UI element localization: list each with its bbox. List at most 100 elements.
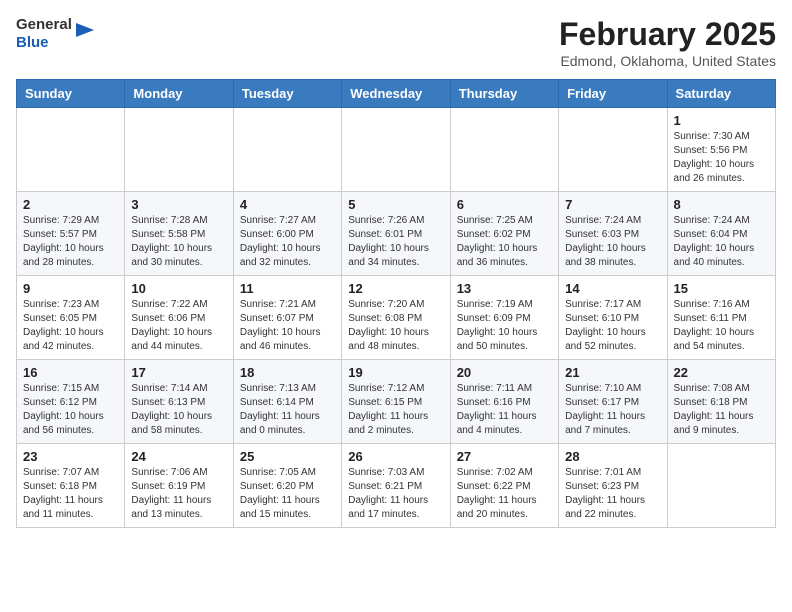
day-info: Sunrise: 7:25 AM Sunset: 6:02 PM Dayligh…	[457, 214, 552, 270]
day-info: Sunrise: 7:07 AM Sunset: 6:18 PM Dayligh…	[23, 466, 118, 522]
day-number: 1	[674, 113, 769, 128]
day-number: 19	[348, 365, 443, 380]
weekday-header-wednesday: Wednesday	[342, 80, 450, 108]
day-number: 2	[23, 197, 118, 212]
day-number: 12	[348, 281, 443, 296]
day-info: Sunrise: 7:14 AM Sunset: 6:13 PM Dayligh…	[131, 382, 226, 438]
day-number: 20	[457, 365, 552, 380]
calendar-cell: 28 Sunrise: 7:01 AM Sunset: 6:23 PM Dayli…	[559, 444, 667, 528]
calendar-cell: 14 Sunrise: 7:17 AM Sunset: 6:10 PM Dayli…	[559, 276, 667, 360]
day-info: Sunrise: 7:29 AM Sunset: 5:57 PM Dayligh…	[23, 214, 118, 270]
day-info: Sunrise: 7:30 AM Sunset: 5:56 PM Dayligh…	[674, 130, 769, 186]
title-block: February 2025 Edmond, Oklahoma, United S…	[559, 16, 776, 69]
logo-triangle-icon	[76, 19, 94, 41]
day-info: Sunrise: 7:10 AM Sunset: 6:17 PM Dayligh…	[565, 382, 660, 438]
weekday-header-sunday: Sunday	[17, 80, 125, 108]
day-number: 18	[240, 365, 335, 380]
day-number: 4	[240, 197, 335, 212]
page-header: General Blue February 2025 Edmond, Oklah…	[16, 16, 776, 69]
day-number: 25	[240, 449, 335, 464]
location-text: Edmond, Oklahoma, United States	[559, 53, 776, 69]
day-number: 6	[457, 197, 552, 212]
calendar-cell	[450, 108, 558, 192]
day-info: Sunrise: 7:13 AM Sunset: 6:14 PM Dayligh…	[240, 382, 335, 438]
calendar-cell: 2 Sunrise: 7:29 AM Sunset: 5:57 PM Daylig…	[17, 192, 125, 276]
weekday-header-tuesday: Tuesday	[233, 80, 341, 108]
calendar-cell	[342, 108, 450, 192]
day-number: 10	[131, 281, 226, 296]
calendar-cell	[125, 108, 233, 192]
day-number: 9	[23, 281, 118, 296]
logo-blue: Blue	[16, 34, 72, 52]
calendar-cell: 21 Sunrise: 7:10 AM Sunset: 6:17 PM Dayli…	[559, 360, 667, 444]
calendar-cell: 13 Sunrise: 7:19 AM Sunset: 6:09 PM Dayli…	[450, 276, 558, 360]
day-number: 15	[674, 281, 769, 296]
calendar-header-row: SundayMondayTuesdayWednesdayThursdayFrid…	[17, 80, 776, 108]
calendar-cell: 8 Sunrise: 7:24 AM Sunset: 6:04 PM Daylig…	[667, 192, 775, 276]
day-info: Sunrise: 7:02 AM Sunset: 6:22 PM Dayligh…	[457, 466, 552, 522]
day-info: Sunrise: 7:23 AM Sunset: 6:05 PM Dayligh…	[23, 298, 118, 354]
day-info: Sunrise: 7:05 AM Sunset: 6:20 PM Dayligh…	[240, 466, 335, 522]
day-info: Sunrise: 7:24 AM Sunset: 6:03 PM Dayligh…	[565, 214, 660, 270]
logo-general: General	[16, 16, 72, 34]
calendar-cell: 25 Sunrise: 7:05 AM Sunset: 6:20 PM Dayli…	[233, 444, 341, 528]
day-info: Sunrise: 7:19 AM Sunset: 6:09 PM Dayligh…	[457, 298, 552, 354]
day-number: 7	[565, 197, 660, 212]
calendar-week-row: 23Sunrise: 7:07 AM Sunset: 6:18 PM Dayli…	[17, 444, 776, 528]
calendar-week-row: 1 Sunrise: 7:30 AM Sunset: 5:56 PM Daylig…	[17, 108, 776, 192]
calendar-cell	[667, 444, 775, 528]
calendar-cell: 16 Sunrise: 7:15 AM Sunset: 6:12 PM Dayli…	[17, 360, 125, 444]
calendar-cell: 9 Sunrise: 7:23 AM Sunset: 6:05 PM Daylig…	[17, 276, 125, 360]
day-info: Sunrise: 7:28 AM Sunset: 5:58 PM Dayligh…	[131, 214, 226, 270]
day-number: 24	[131, 449, 226, 464]
day-info: Sunrise: 7:03 AM Sunset: 6:21 PM Dayligh…	[348, 466, 443, 522]
calendar-cell: 6 Sunrise: 7:25 AM Sunset: 6:02 PM Daylig…	[450, 192, 558, 276]
calendar-cell	[559, 108, 667, 192]
month-title: February 2025	[559, 16, 776, 53]
day-number: 22	[674, 365, 769, 380]
weekday-header-thursday: Thursday	[450, 80, 558, 108]
calendar-cell: 20 Sunrise: 7:11 AM Sunset: 6:16 PM Dayli…	[450, 360, 558, 444]
day-info: Sunrise: 7:20 AM Sunset: 6:08 PM Dayligh…	[348, 298, 443, 354]
calendar-cell: 10Sunrise: 7:22 AM Sunset: 6:06 PM Dayli…	[125, 276, 233, 360]
calendar-cell: 15 Sunrise: 7:16 AM Sunset: 6:11 PM Dayli…	[667, 276, 775, 360]
calendar-cell: 26 Sunrise: 7:03 AM Sunset: 6:21 PM Dayli…	[342, 444, 450, 528]
day-info: Sunrise: 7:21 AM Sunset: 6:07 PM Dayligh…	[240, 298, 335, 354]
calendar-cell: 1 Sunrise: 7:30 AM Sunset: 5:56 PM Daylig…	[667, 108, 775, 192]
day-number: 16	[23, 365, 118, 380]
calendar-cell: 7 Sunrise: 7:24 AM Sunset: 6:03 PM Daylig…	[559, 192, 667, 276]
day-number: 14	[565, 281, 660, 296]
calendar-cell: 4Sunrise: 7:27 AM Sunset: 6:00 PM Daylig…	[233, 192, 341, 276]
day-info: Sunrise: 7:08 AM Sunset: 6:18 PM Dayligh…	[674, 382, 769, 438]
calendar-cell	[233, 108, 341, 192]
calendar-cell	[17, 108, 125, 192]
day-number: 11	[240, 281, 335, 296]
day-number: 8	[674, 197, 769, 212]
day-info: Sunrise: 7:24 AM Sunset: 6:04 PM Dayligh…	[674, 214, 769, 270]
calendar-week-row: 16 Sunrise: 7:15 AM Sunset: 6:12 PM Dayli…	[17, 360, 776, 444]
weekday-header-friday: Friday	[559, 80, 667, 108]
day-number: 21	[565, 365, 660, 380]
day-info: Sunrise: 7:26 AM Sunset: 6:01 PM Dayligh…	[348, 214, 443, 270]
day-number: 26	[348, 449, 443, 464]
calendar-week-row: 9 Sunrise: 7:23 AM Sunset: 6:05 PM Daylig…	[17, 276, 776, 360]
day-info: Sunrise: 7:17 AM Sunset: 6:10 PM Dayligh…	[565, 298, 660, 354]
day-info: Sunrise: 7:11 AM Sunset: 6:16 PM Dayligh…	[457, 382, 552, 438]
day-info: Sunrise: 7:15 AM Sunset: 6:12 PM Dayligh…	[23, 382, 118, 438]
day-number: 27	[457, 449, 552, 464]
calendar-week-row: 2 Sunrise: 7:29 AM Sunset: 5:57 PM Daylig…	[17, 192, 776, 276]
calendar-cell: 12 Sunrise: 7:20 AM Sunset: 6:08 PM Dayli…	[342, 276, 450, 360]
day-info: Sunrise: 7:16 AM Sunset: 6:11 PM Dayligh…	[674, 298, 769, 354]
calendar-cell: 5Sunrise: 7:26 AM Sunset: 6:01 PM Daylig…	[342, 192, 450, 276]
calendar-cell: 27 Sunrise: 7:02 AM Sunset: 6:22 PM Dayli…	[450, 444, 558, 528]
logo: General Blue	[16, 16, 94, 52]
day-number: 13	[457, 281, 552, 296]
calendar-cell: 23Sunrise: 7:07 AM Sunset: 6:18 PM Dayli…	[17, 444, 125, 528]
calendar-cell: 18 Sunrise: 7:13 AM Sunset: 6:14 PM Dayli…	[233, 360, 341, 444]
calendar-cell: 19 Sunrise: 7:12 AM Sunset: 6:15 PM Dayli…	[342, 360, 450, 444]
day-info: Sunrise: 7:01 AM Sunset: 6:23 PM Dayligh…	[565, 466, 660, 522]
day-number: 28	[565, 449, 660, 464]
day-info: Sunrise: 7:06 AM Sunset: 6:19 PM Dayligh…	[131, 466, 226, 522]
calendar-cell: 11 Sunrise: 7:21 AM Sunset: 6:07 PM Dayli…	[233, 276, 341, 360]
day-info: Sunrise: 7:12 AM Sunset: 6:15 PM Dayligh…	[348, 382, 443, 438]
